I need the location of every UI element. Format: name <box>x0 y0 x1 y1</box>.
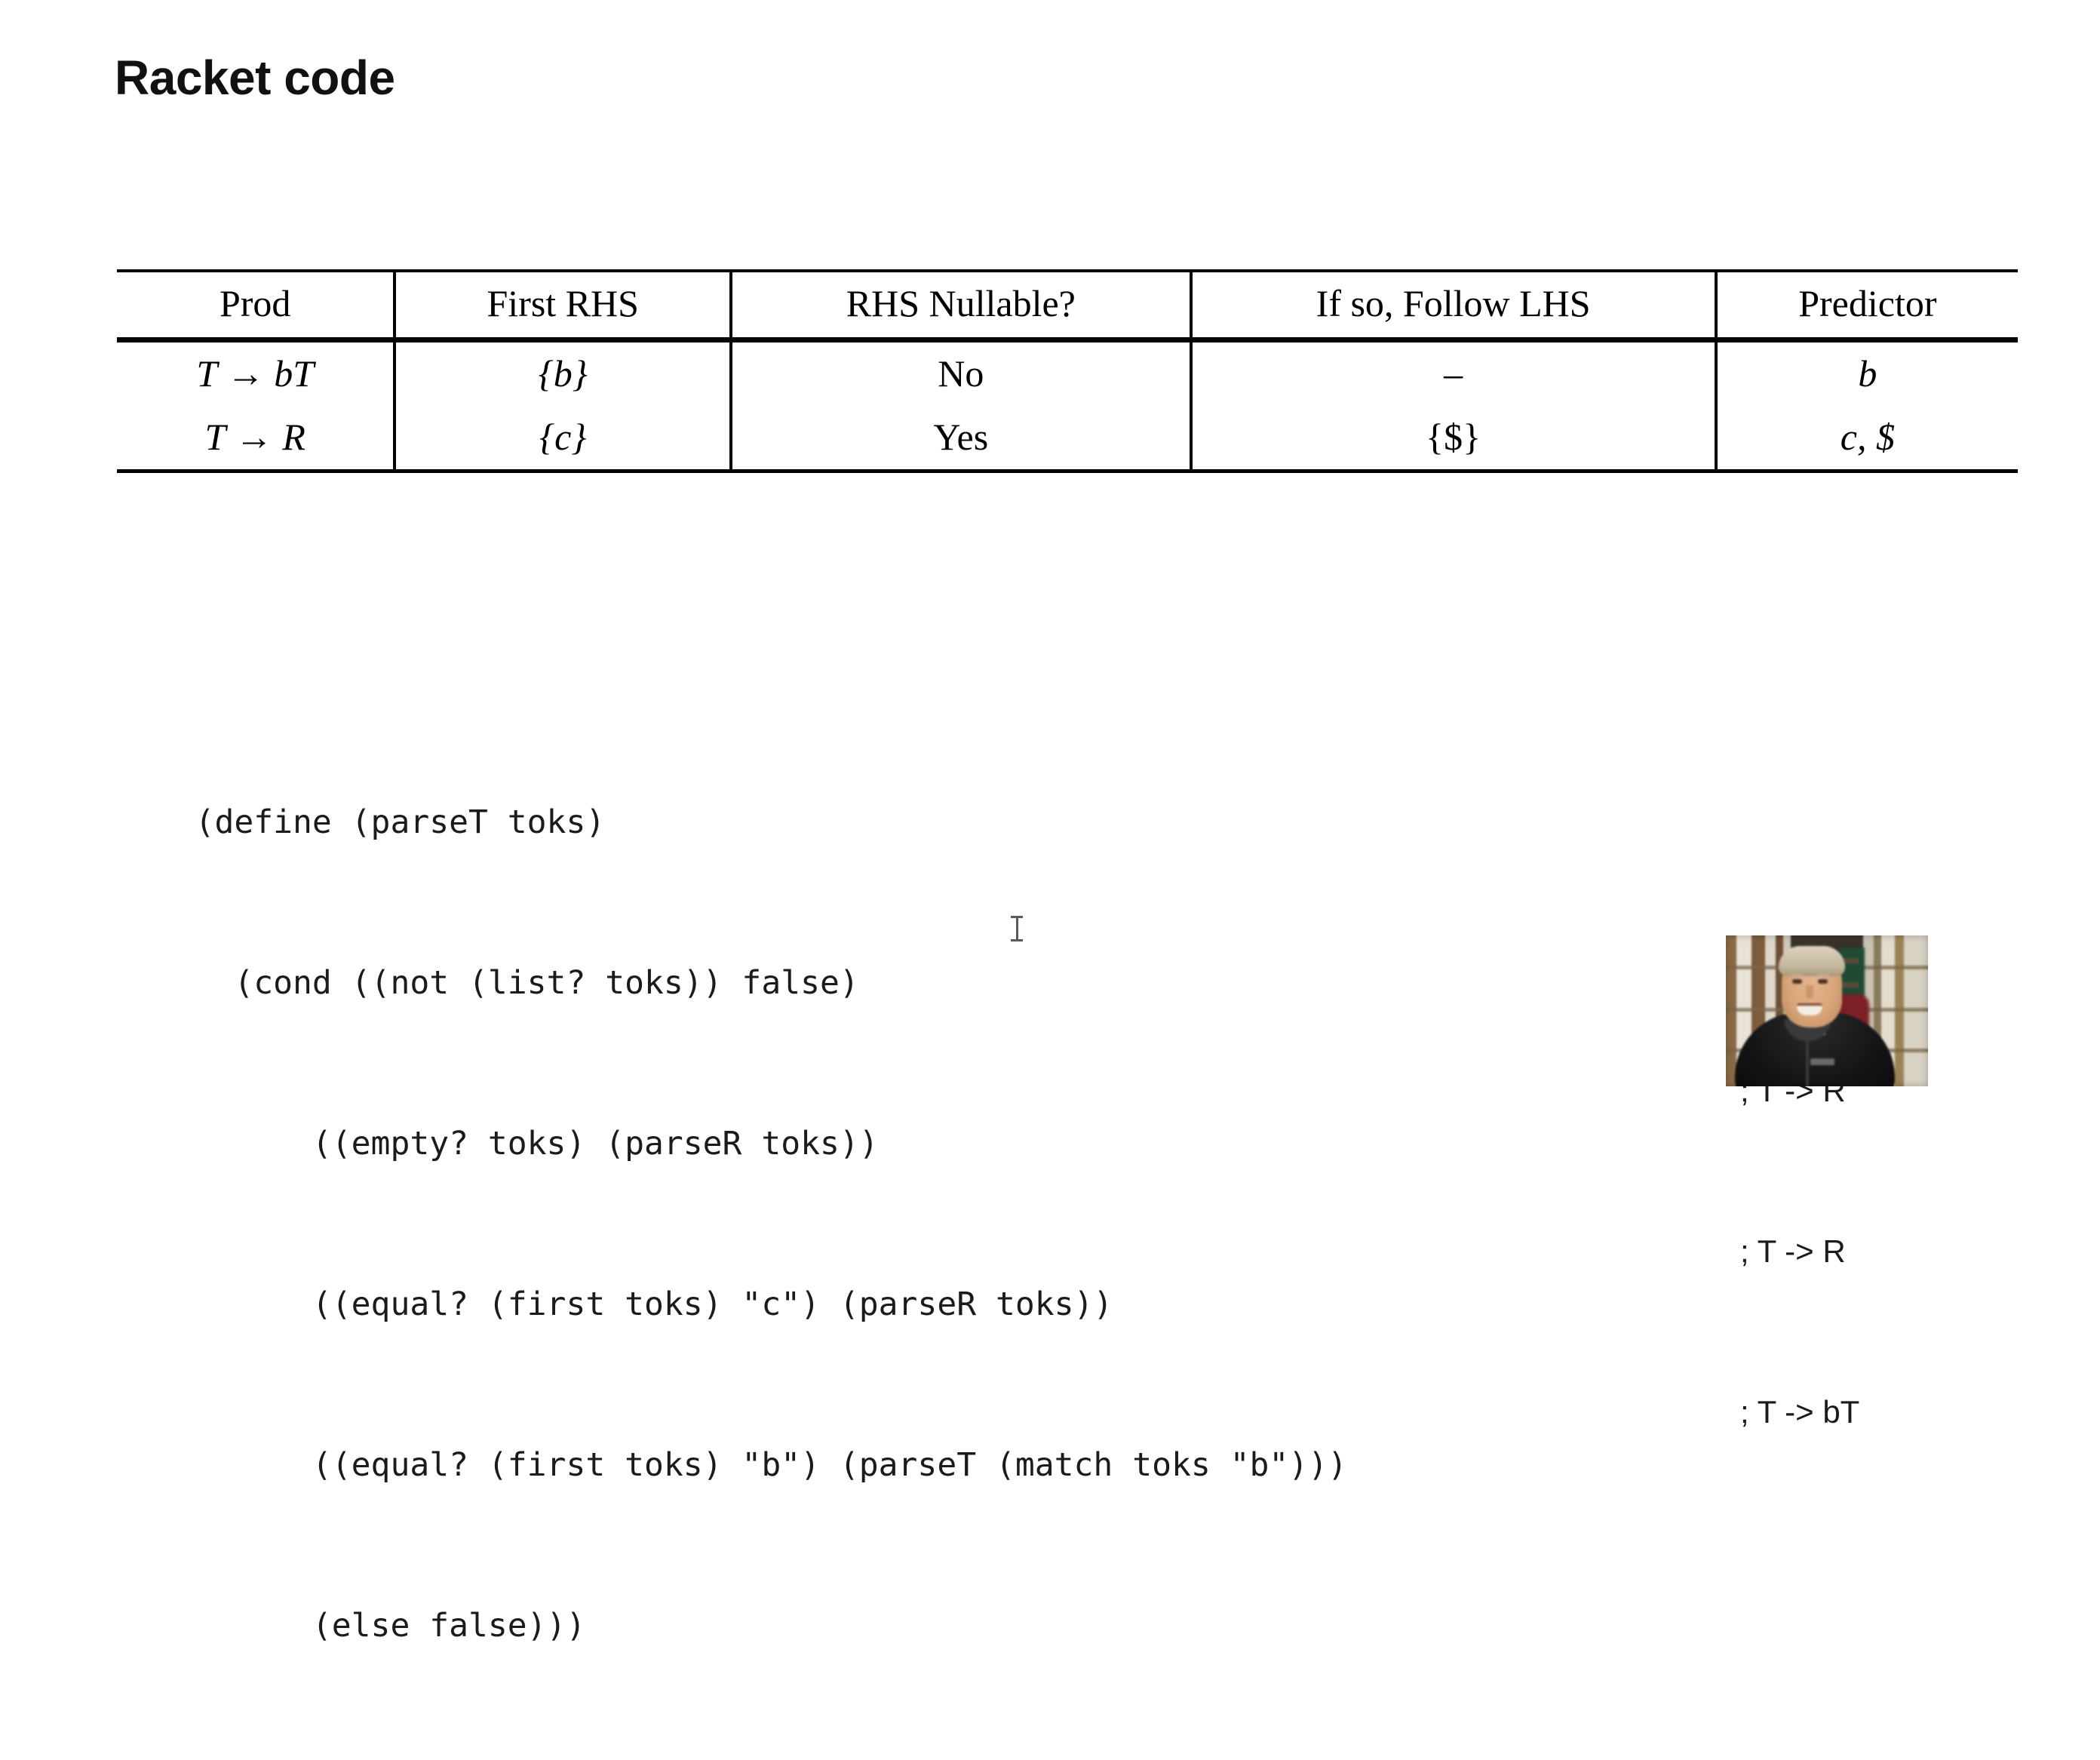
prod-lhs: T <box>204 416 226 458</box>
cell-prod: T → R <box>117 406 395 473</box>
code-line: (cond ((not (list? toks)) false) <box>117 903 1347 1002</box>
jacket-logo <box>1810 1058 1834 1065</box>
cell-follow-lhs: {$} <box>1189 406 1716 473</box>
cell-first-rhs: {b} <box>393 339 732 406</box>
page-title: Racket code <box>115 51 395 105</box>
code-line: ((equal? (first toks) "c") (parseR toks)… <box>117 1224 1846 1323</box>
table-row: T → bT {b} No – b <box>117 339 2018 407</box>
table-header-row: Prod First RHS RHS Nullable? If so, Foll… <box>117 269 2018 342</box>
presenter-video-thumbnail[interactable] <box>1726 935 1928 1086</box>
presenter-eyebrow <box>1817 973 1829 976</box>
code-line: ((equal? (first toks) "b") (parseT (matc… <box>117 1385 1859 1484</box>
prod-arrow: → <box>217 352 275 395</box>
cell-first-rhs: {c} <box>393 406 732 473</box>
cell-predictor: c, $ <box>1714 406 2018 473</box>
code-line-text: (cond ((not (list? toks)) false) <box>195 964 859 1002</box>
code-line-text: (define (parseT toks) <box>195 803 606 841</box>
table-body: T → bT {b} No – b T → R {c} Yes {$} c, $ <box>117 339 2018 473</box>
text-cursor-icon <box>1011 916 1023 941</box>
code-block[interactable]: (define (parseT toks) (cond ((not (list?… <box>117 635 1860 1653</box>
cell-rhs-nullable: No <box>729 339 1191 406</box>
presenter-nose <box>1806 985 1813 999</box>
code-line-text: ((equal? (first toks) "c") (parseR toks)… <box>195 1285 1113 1323</box>
cursor-beam <box>1016 916 1018 941</box>
presenter-mouth <box>1797 1003 1822 1015</box>
prod-rhs: R <box>282 416 305 458</box>
prod-rhs: bT <box>274 352 314 395</box>
code-line-text: (else false))) <box>195 1607 586 1645</box>
cell-predictor: b <box>1714 339 2018 406</box>
column-header-predictor: Predictor <box>1714 269 2018 342</box>
table-row: T → R {c} Yes {$} c, $ <box>117 406 2018 473</box>
code-line-text: ((empty? toks) (parseR toks)) <box>195 1125 879 1163</box>
code-line: (define (parseT toks) <box>117 742 1347 841</box>
cursor-bottom-serif <box>1011 939 1023 941</box>
cell-prod: T → bT <box>117 340 395 407</box>
presenter-eye <box>1792 979 1802 984</box>
presenter-eye <box>1818 979 1828 984</box>
cell-follow-lhs: – <box>1189 339 1716 406</box>
prod-lhs: T <box>196 352 218 395</box>
predictor-table: Prod First RHS RHS Nullable? If so, Foll… <box>117 269 2018 473</box>
code-line: (else false))) <box>117 1546 1347 1645</box>
prod-arrow: → <box>226 416 283 458</box>
code-line: ((empty? toks) (parseR toks)) ; T -> R <box>117 1064 1846 1163</box>
column-header-first-rhs: First RHS <box>393 269 732 342</box>
column-header-follow-lhs: If so, Follow LHS <box>1189 269 1716 342</box>
presenter-eyebrow <box>1791 973 1803 976</box>
code-line-text: ((equal? (first toks) "b") (parseT (matc… <box>195 1446 1347 1484</box>
column-header-rhs-nullable: RHS Nullable? <box>729 269 1191 342</box>
grammar-table: Prod First RHS RHS Nullable? If so, Foll… <box>117 269 2018 473</box>
cell-rhs-nullable: Yes <box>729 406 1191 473</box>
code-line-comment: ; T -> bT <box>1740 1394 1860 1430</box>
presenter-hair <box>1779 946 1845 976</box>
column-header-prod: Prod <box>117 269 395 342</box>
code-line-comment: ; T -> R <box>1740 1233 1846 1269</box>
table-header: Prod First RHS RHS Nullable? If so, Foll… <box>117 269 2018 342</box>
jacket-zipper <box>1806 1034 1809 1086</box>
